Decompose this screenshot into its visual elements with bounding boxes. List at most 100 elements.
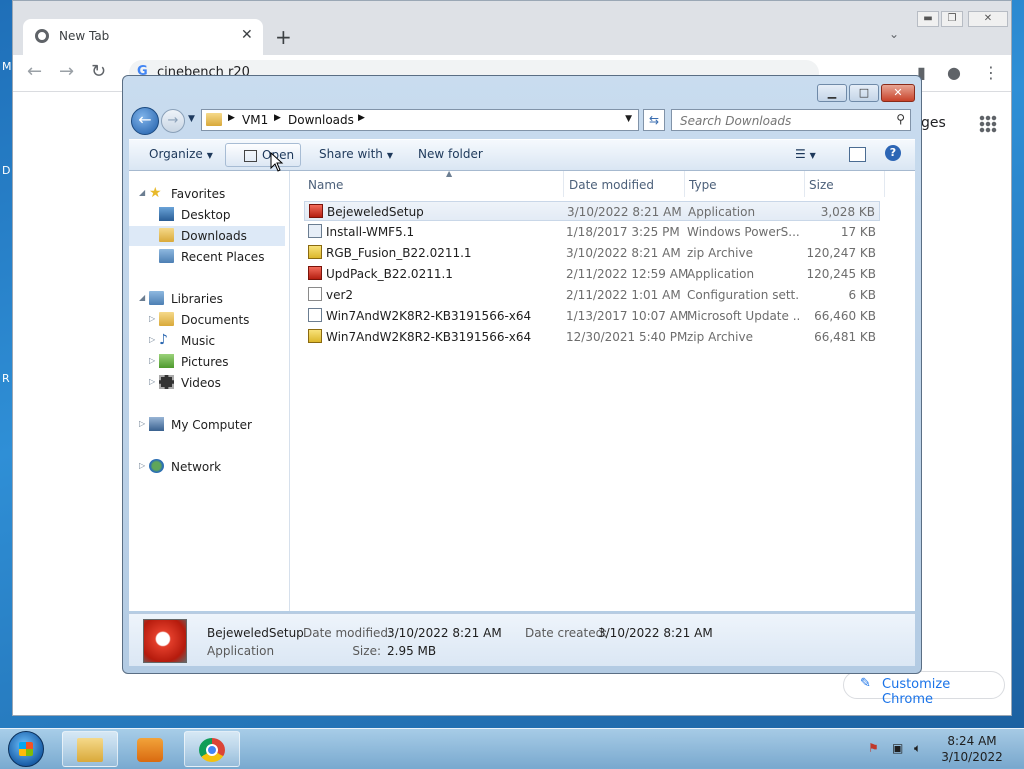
nav-favorites[interactable]: ★ Favorites (149, 184, 287, 204)
file-name: UpdPack_B22.0211.1 (326, 267, 453, 281)
recent-pages-chevron-icon[interactable]: ▼ (188, 114, 195, 124)
column-header-type[interactable]: Type (689, 171, 805, 197)
open-icon (244, 150, 257, 162)
breadcrumb-separator-icon[interactable]: ▶ (274, 113, 281, 123)
collapse-arrow-icon[interactable]: ◢ (139, 188, 145, 197)
change-view-icon[interactable]: ☰ ▼ (795, 147, 816, 161)
breadcrumb-vm1[interactable]: VM1 (242, 113, 268, 127)
navigation-pane: ◢ ★ Favorites Desktop Downloads Recent P… (129, 171, 290, 611)
system-clock[interactable]: 8:24 AM 3/10/2022 (932, 733, 1012, 765)
chrome-tabstrip: New Tab ✕ + ⌄ ▬ ❐ ✕ (13, 1, 1011, 55)
file-size: 120,247 KB (806, 246, 876, 260)
file-row[interactable]: UpdPack_B22.0211.1 2/11/2022 12:59 AM Ap… (304, 264, 880, 284)
taskbar-explorer-button[interactable] (62, 731, 118, 767)
nav-label: Pictures (181, 355, 229, 369)
nav-downloads[interactable]: Downloads (129, 226, 285, 246)
nav-documents[interactable]: Documents (159, 310, 287, 330)
nav-libraries[interactable]: Libraries (149, 289, 287, 309)
ntp-link-text[interactable]: ges (921, 115, 946, 131)
tab-search-chevron-icon[interactable]: ⌄ (889, 27, 899, 41)
expand-arrow-icon[interactable]: ▷ (139, 419, 145, 428)
expand-arrow-icon[interactable]: ▷ (149, 356, 155, 365)
customize-chrome-button[interactable]: ✎ Customize Chrome (843, 671, 1005, 707)
new-tab-button[interactable]: + (275, 25, 292, 49)
file-row[interactable]: Install-WMF5.1 1/18/2017 3:25 PM Windows… (304, 222, 880, 242)
file-row[interactable]: Win7AndW2K8R2-KB3191566-x64 12/30/2021 5… (304, 327, 880, 347)
network-tray-icon[interactable]: ▣ (892, 741, 906, 755)
chrome-favicon-icon (35, 29, 49, 43)
help-icon[interactable]: ? (885, 145, 901, 161)
msu-icon (308, 308, 322, 322)
file-name: ver2 (326, 288, 354, 302)
breadcrumb-separator-icon[interactable]: ▶ (358, 113, 365, 123)
chrome-menu-icon[interactable]: ⋮ (983, 63, 999, 82)
nav-my-computer[interactable]: My Computer (149, 415, 287, 435)
file-row[interactable]: ver2 2/11/2022 1:01 AM Configuration set… (304, 285, 880, 305)
expand-arrow-icon[interactable]: ▷ (149, 377, 155, 386)
profile-avatar-icon[interactable]: ● (947, 63, 961, 82)
file-date: 2/11/2022 12:59 AM (566, 267, 689, 281)
explorer-back-button[interactable]: ← (131, 107, 159, 135)
address-bar[interactable]: ▶ VM1 ▶ Downloads ▶ ▼ (201, 109, 639, 131)
column-header-size[interactable]: Size (809, 171, 885, 197)
explorer-maximize-button[interactable]: □ (849, 84, 879, 102)
nav-desktop[interactable]: Desktop (159, 205, 287, 225)
chrome-maximize-button[interactable]: ❐ (941, 11, 963, 27)
star-icon: ★ (149, 185, 162, 201)
taskbar-media-player-button[interactable] (122, 731, 178, 767)
search-icon[interactable]: ⚲ (896, 112, 905, 126)
nav-music[interactable]: ♪ Music (159, 331, 287, 351)
apps-grid-icon[interactable] (979, 115, 997, 133)
search-box[interactable]: ⚲ (671, 109, 911, 131)
details-label: Date modified: (303, 626, 393, 640)
explorer-close-button[interactable]: ✕ (881, 84, 915, 102)
documents-icon (159, 312, 174, 326)
new-folder-button[interactable]: New folder (418, 147, 483, 161)
collapse-arrow-icon[interactable]: ◢ (139, 293, 145, 302)
file-size: 66,460 KB (814, 309, 876, 323)
details-size: 2.95 MB (387, 644, 437, 658)
tab-new-tab[interactable]: New Tab ✕ (23, 19, 263, 55)
expand-arrow-icon[interactable]: ▷ (139, 461, 145, 470)
chrome-close-button[interactable]: ✕ (968, 11, 1008, 27)
nav-recent-places[interactable]: Recent Places (159, 247, 287, 267)
file-row[interactable]: RGB_Fusion_B22.0211.1 3/10/2022 8:21 AM … (304, 243, 880, 263)
nav-network[interactable]: Network (149, 457, 287, 477)
search-input[interactable] (678, 112, 892, 130)
details-pane: BejeweledSetup Application Date modified… (129, 613, 915, 666)
preview-pane-icon[interactable] (849, 147, 866, 162)
action-center-flag-icon[interactable]: ⚑ (868, 741, 882, 755)
clock-date: 3/10/2022 (941, 750, 1003, 764)
column-header-name[interactable]: Name ▲ (308, 169, 564, 197)
file-row[interactable]: BejeweledSetup 3/10/2022 8:21 AM Applica… (304, 201, 880, 221)
start-button[interactable] (8, 731, 44, 767)
forward-arrow-icon[interactable]: → (59, 61, 74, 82)
tab-close-icon[interactable]: ✕ (241, 27, 253, 43)
file-size: 6 KB (848, 288, 876, 302)
explorer-minimize-button[interactable]: ▁ (817, 84, 847, 102)
explorer-forward-button[interactable]: → (161, 109, 185, 133)
reload-icon[interactable]: ↻ (91, 61, 106, 82)
nav-pictures[interactable]: Pictures (159, 352, 287, 372)
zip-icon (308, 329, 322, 343)
app-icon (309, 204, 323, 218)
file-type: zip Archive (687, 330, 753, 344)
volume-icon[interactable]: 🔈︎ (914, 741, 928, 755)
column-header-date[interactable]: Date modified (569, 171, 685, 197)
open-button[interactable]: Open (225, 143, 301, 167)
share-with-button[interactable]: Share with ▼ (319, 147, 393, 161)
back-arrow-icon[interactable]: ← (27, 61, 42, 82)
taskbar-chrome-button[interactable] (184, 731, 240, 767)
refresh-icon[interactable]: ⇆ (643, 109, 665, 131)
file-row[interactable]: Win7AndW2K8R2-KB3191566-x64 1/13/2017 10… (304, 306, 880, 326)
expand-arrow-icon[interactable]: ▷ (149, 335, 155, 344)
breadcrumb-downloads[interactable]: Downloads (288, 113, 354, 127)
nav-videos[interactable]: Videos (159, 373, 287, 393)
pencil-icon: ✎ (860, 676, 871, 691)
column-label: Name (308, 178, 344, 192)
chrome-minimize-button[interactable]: ▬ (917, 11, 939, 27)
expand-arrow-icon[interactable]: ▷ (149, 314, 155, 323)
address-dropdown-icon[interactable]: ▼ (625, 114, 632, 124)
breadcrumb-separator-icon[interactable]: ▶ (228, 113, 235, 123)
organize-button[interactable]: Organize ▼ (149, 147, 213, 161)
